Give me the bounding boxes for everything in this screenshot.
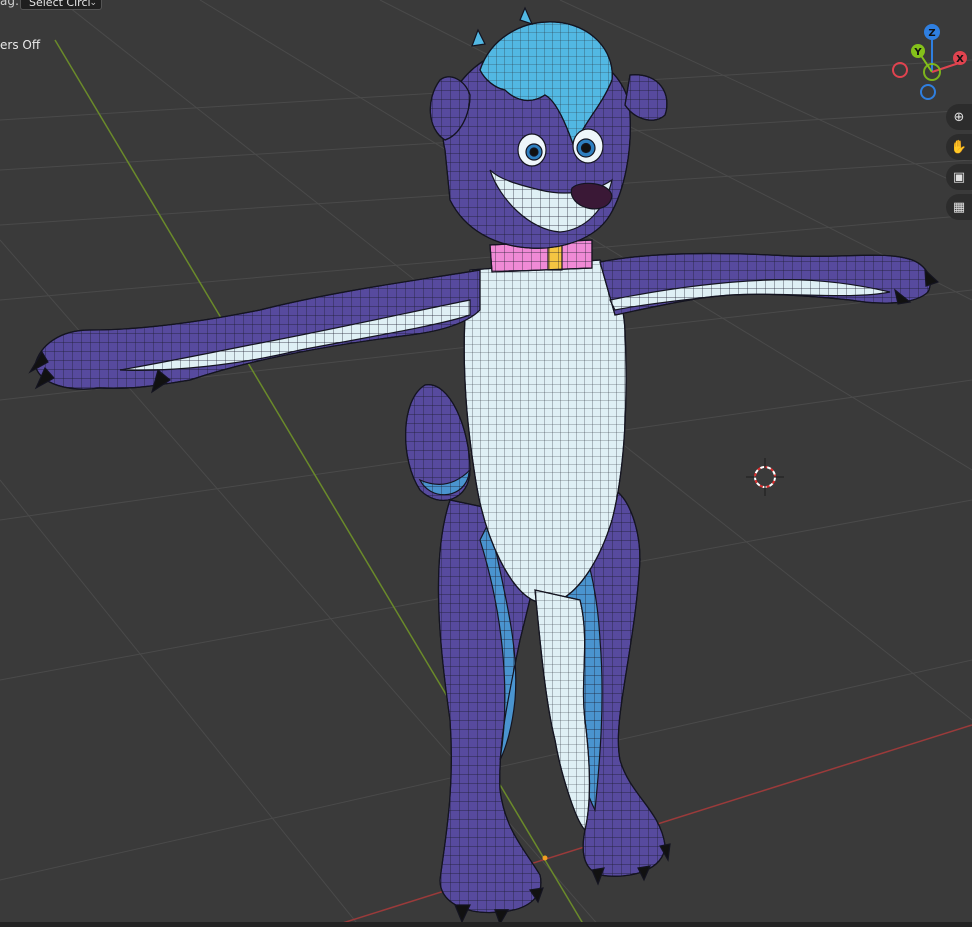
select-mode-dropdown[interactable]: Select Circl ⌄ bbox=[20, 0, 102, 10]
navigation-buttons: ⊕ ✋ ▣ ▦ bbox=[946, 104, 972, 224]
perspective-toggle-button[interactable]: ▦ bbox=[946, 194, 972, 220]
pan-button[interactable]: ✋ bbox=[946, 134, 972, 160]
zoom-button[interactable]: ⊕ bbox=[946, 104, 972, 130]
zoom-icon: ⊕ bbox=[953, 109, 965, 125]
drag-label: ag: bbox=[0, 0, 20, 8]
grid-view-icon: ▦ bbox=[952, 199, 966, 215]
character-model[interactable] bbox=[28, 6, 940, 926]
camera-button[interactable]: ▣ bbox=[946, 164, 972, 190]
viewport-scene bbox=[0, 0, 972, 927]
overlay-status-text: ers Off bbox=[0, 38, 41, 52]
x-axis-label: X bbox=[956, 54, 964, 65]
origin-point bbox=[542, 855, 548, 861]
neg-z-axis-handle[interactable] bbox=[920, 84, 936, 100]
chevron-down-icon: ⌄ bbox=[89, 0, 97, 8]
z-axis-label: Z bbox=[928, 28, 935, 39]
select-mode-value: Select Circl bbox=[29, 0, 91, 9]
3d-cursor[interactable] bbox=[746, 458, 784, 496]
bottom-status-bar bbox=[0, 922, 972, 927]
navigation-gizmo[interactable]: Z Y X bbox=[892, 22, 972, 102]
3d-viewport[interactable]: ag: Select Circl ⌄ ers Off Z Y X ⊕ ✋ ▣ ▦ bbox=[0, 0, 972, 927]
camera-icon: ▣ bbox=[952, 169, 966, 185]
hand-pan-icon: ✋ bbox=[950, 139, 968, 155]
neg-x-axis-handle[interactable] bbox=[892, 62, 908, 78]
y-axis-label: Y bbox=[913, 47, 922, 58]
